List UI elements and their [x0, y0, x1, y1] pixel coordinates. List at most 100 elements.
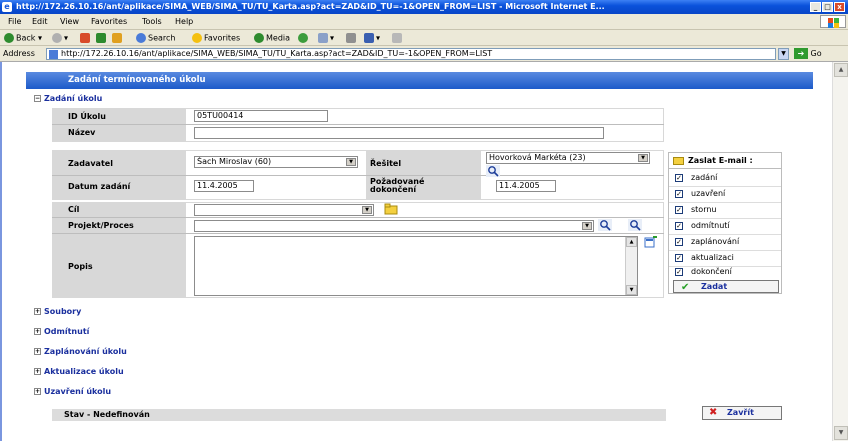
email-option-dokonceni[interactable]: ✓ dokončení: [675, 267, 732, 276]
name-field[interactable]: [194, 127, 604, 139]
forward-arrow-icon: [52, 33, 62, 43]
textarea-scrollbar[interactable]: ▲ ▼: [625, 237, 637, 295]
address-input[interactable]: http://172.26.10.16/ant/aplikace/SIMA_WE…: [46, 48, 776, 60]
section-uzavreni[interactable]: + Uzavření úkolu: [34, 387, 111, 396]
history-icon: [298, 33, 308, 43]
zadat-button[interactable]: ✔ Zadat: [673, 280, 779, 293]
address-url: http://172.26.10.16/ant/aplikace/SIMA_WE…: [61, 49, 493, 58]
print-button[interactable]: [346, 33, 358, 43]
minimize-icon[interactable]: _: [810, 2, 821, 12]
email-option-aktualizaci[interactable]: ✓ aktualizaci: [675, 253, 734, 262]
expand-icon: +: [34, 388, 41, 395]
id-field[interactable]: 05TU00414: [194, 110, 328, 122]
home-button[interactable]: [112, 33, 124, 43]
checkbox-checked-icon[interactable]: ✓: [675, 205, 683, 214]
email-option-odmitnuti[interactable]: ✓ odmítnutí: [675, 221, 730, 230]
checkmark-icon: ✔: [681, 282, 690, 293]
email-option-zadani[interactable]: ✓ zadání: [675, 173, 717, 182]
media-icon: [254, 33, 264, 43]
expand-icon: +: [34, 328, 41, 335]
star-icon: [192, 33, 202, 43]
discuss-icon: [392, 33, 402, 43]
section-soubory[interactable]: + Soubory: [34, 307, 81, 316]
zadavatel-label: Zadavatel: [68, 159, 113, 168]
menu-favorites[interactable]: Favorites: [91, 17, 127, 26]
menu-tools[interactable]: Tools: [142, 17, 162, 26]
windows-logo-icon: [820, 15, 846, 28]
zavrit-button[interactable]: ✖ Zavřít: [702, 406, 782, 420]
name-label: Název: [68, 128, 96, 137]
stop-button[interactable]: [80, 33, 92, 43]
search-button[interactable]: Search: [136, 33, 175, 43]
vertical-scrollbar[interactable]: ▲ ▼: [832, 62, 848, 441]
back-arrow-icon: [4, 33, 14, 43]
resitel-select[interactable]: Hovorková Markéta (23) ▼: [486, 152, 650, 164]
scroll-down-icon[interactable]: ▼: [834, 426, 848, 440]
chevron-down-icon[interactable]: ▼: [582, 222, 592, 230]
chevron-down-icon[interactable]: ▼: [346, 158, 356, 166]
section-odmitnuti[interactable]: + Odmítnutí: [34, 327, 89, 336]
popis-textarea[interactable]: ▲ ▼: [194, 236, 638, 296]
chevron-down-icon[interactable]: ▼: [362, 206, 372, 214]
address-dropdown-icon[interactable]: ▼: [778, 48, 789, 60]
checkbox-checked-icon[interactable]: ✓: [675, 253, 683, 262]
menu-view[interactable]: View: [60, 17, 79, 26]
maximize-icon[interactable]: □: [822, 2, 833, 12]
go-button[interactable]: ➔ Go: [794, 48, 822, 59]
section-zadani-ukolu[interactable]: − Zadání úkolu: [34, 94, 102, 103]
edit-text-icon[interactable]: [644, 236, 658, 248]
search-person-icon[interactable]: [486, 165, 500, 177]
expand-icon: +: [34, 348, 41, 355]
window-controls: _ □ x: [810, 2, 845, 12]
cil-label: Cíl: [68, 205, 80, 214]
search-icon[interactable]: [598, 219, 612, 231]
menu-edit[interactable]: Edit: [32, 17, 48, 26]
search-icon: [136, 33, 146, 43]
refresh-button[interactable]: [96, 33, 108, 43]
section-zaplanovani[interactable]: + Zaplánování úkolu: [34, 347, 127, 356]
section-aktualizace[interactable]: + Aktualizace úkolu: [34, 367, 124, 376]
form-header: Zadání termínovaného úkolu: [26, 72, 813, 89]
menu-bar: File Edit View Favorites Tools Help: [0, 14, 848, 30]
history-button[interactable]: [298, 33, 310, 43]
chevron-down-icon[interactable]: ▼: [638, 154, 648, 162]
menu-help[interactable]: Help: [175, 17, 193, 26]
page-icon: [49, 50, 58, 59]
checkbox-checked-icon[interactable]: ✓: [675, 189, 683, 198]
email-option-zaplanovani[interactable]: ✓ zaplánování: [675, 237, 739, 246]
datum-field[interactable]: 11.4.2005: [194, 180, 254, 192]
email-option-uzavreni[interactable]: ✓ uzavření: [675, 189, 725, 198]
edit-button[interactable]: ▾: [364, 33, 380, 43]
scroll-up-icon[interactable]: ▲: [834, 63, 848, 77]
email-title: Zaslat E-mail :: [673, 156, 753, 165]
word-icon: [364, 33, 374, 43]
checkbox-checked-icon[interactable]: ✓: [675, 221, 683, 230]
close-x-icon: ✖: [709, 407, 718, 418]
folder-icon[interactable]: [384, 203, 398, 215]
email-option-stornu[interactable]: ✓ stornu: [675, 205, 717, 214]
address-bar: Address http://172.26.10.16/ant/aplikace…: [0, 46, 848, 62]
checkbox-checked-icon[interactable]: ✓: [675, 173, 683, 182]
checkbox-checked-icon[interactable]: ✓: [675, 237, 683, 246]
home-icon: [112, 33, 122, 43]
back-button[interactable]: Back ▾: [4, 33, 42, 43]
media-button[interactable]: Media: [254, 33, 290, 43]
scroll-down-icon[interactable]: ▼: [626, 285, 637, 295]
favorites-button[interactable]: Favorites: [192, 33, 240, 43]
envelope-icon: [673, 156, 684, 165]
forward-button[interactable]: ▾: [52, 33, 68, 43]
close-icon[interactable]: x: [834, 2, 845, 12]
cil-select[interactable]: ▼: [194, 204, 374, 216]
zadavatel-select[interactable]: Šach Miroslav (60) ▼: [194, 156, 358, 168]
checkbox-checked-icon[interactable]: ✓: [675, 267, 683, 276]
menu-file[interactable]: File: [8, 17, 21, 26]
id-label: ID Úkolu: [68, 112, 106, 121]
projekt-select[interactable]: ▼: [194, 220, 594, 232]
discuss-button[interactable]: [392, 33, 404, 43]
mail-button[interactable]: ▾: [318, 33, 334, 43]
search-icon[interactable]: [628, 219, 642, 231]
scroll-up-icon[interactable]: ▲: [626, 237, 637, 247]
window-title: http://172.26.10.16/ant/aplikace/SIMA_WE…: [16, 2, 605, 11]
mail-icon: [318, 33, 328, 43]
pozadovane-field[interactable]: 11.4.2005: [496, 180, 556, 192]
